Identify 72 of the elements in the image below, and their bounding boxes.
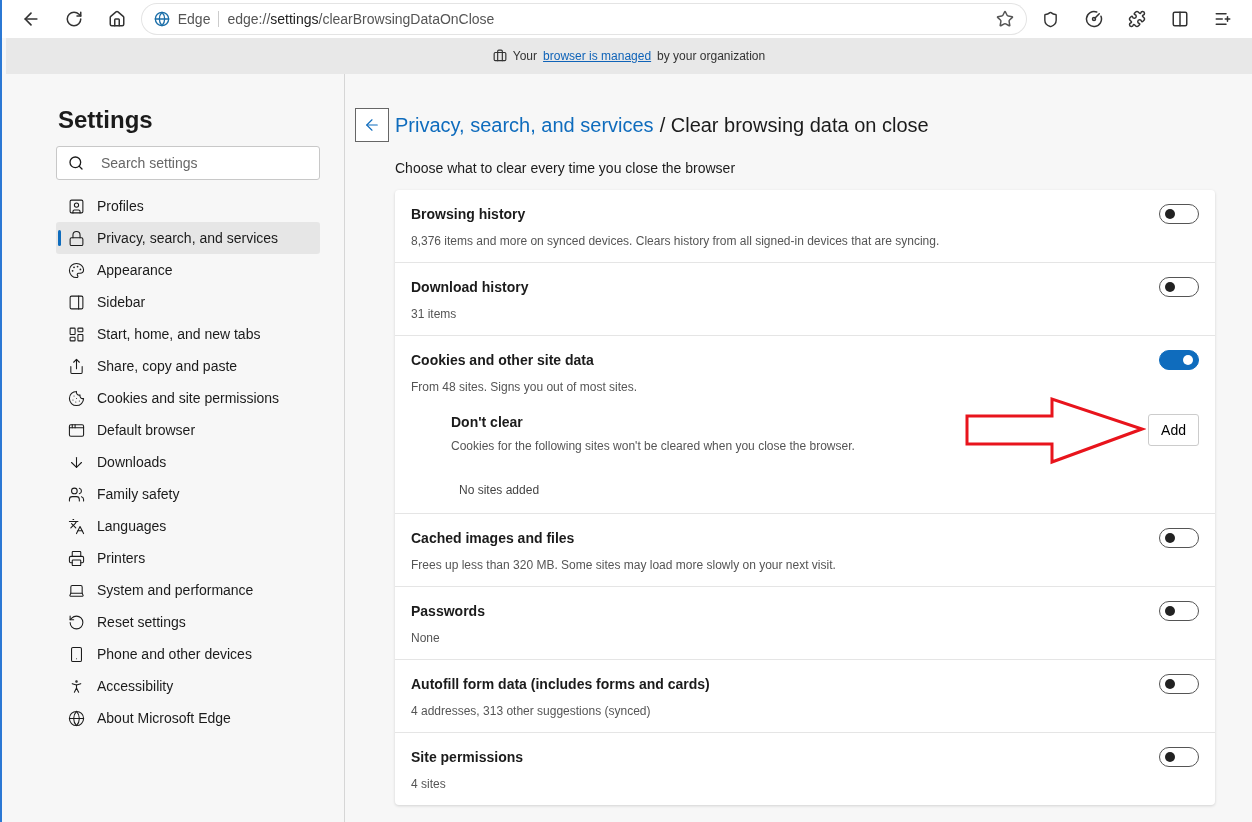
subsection-title: Don't clear xyxy=(451,414,524,430)
banner-text: by your organization xyxy=(657,49,766,63)
search-icon xyxy=(68,155,84,171)
toggle-switch[interactable] xyxy=(1159,277,1199,297)
breadcrumb-link[interactable]: Privacy, search, and services xyxy=(395,113,654,137)
setting-title: Autofill form data (includes forms and cards) xyxy=(411,676,710,692)
setting-description: Frees up less than 320 MB. Some sites may load more slowly on your next visit. xyxy=(411,558,837,572)
setting-description: 31 items xyxy=(411,307,458,321)
sidebar-item[interactable]: Reset settings xyxy=(56,606,320,638)
sidebar-item[interactable]: Printers xyxy=(56,542,320,574)
globe-icon xyxy=(68,709,85,727)
sidebar-item[interactable]: System and performance xyxy=(56,574,320,606)
toggle-switch[interactable] xyxy=(1159,674,1199,694)
page-title: / Clear browsing data on close xyxy=(659,113,929,137)
toggle-switch[interactable] xyxy=(1159,204,1199,224)
toggle-switch[interactable] xyxy=(1159,350,1199,370)
share-icon xyxy=(68,357,85,375)
url-text: edge://settings/clearBrowsingDataOnClose xyxy=(227,11,495,27)
setting-title: Cookies and other site data xyxy=(411,352,594,368)
sidebar-item[interactable]: Appearance xyxy=(56,254,320,286)
sidebar-icon xyxy=(68,293,85,311)
sidebar-title: Settings xyxy=(58,106,154,134)
toggle-switch[interactable] xyxy=(1159,601,1199,621)
sidebar-item[interactable]: Privacy, search, and services xyxy=(56,222,320,254)
setting-title: Passwords xyxy=(411,603,485,619)
setting-description: From 48 sites. Signs you out of most sites. xyxy=(411,380,639,394)
browser-window-icon xyxy=(68,421,85,439)
setting-description: 4 sites xyxy=(411,777,447,791)
phone-icon xyxy=(68,645,85,663)
empty-list-text: No sites added xyxy=(459,483,541,497)
setting-description: 4 addresses, 313 other suggestions (synced) xyxy=(411,704,652,718)
banner-text: Your xyxy=(512,49,538,63)
setting-title: Download history xyxy=(411,279,529,295)
sidebar-item[interactable]: Share, copy and paste xyxy=(56,350,320,382)
briefcase-icon xyxy=(492,49,507,63)
managed-link[interactable]: browser is managed xyxy=(543,49,652,63)
setting-description: 8,376 items and more on synced devices. Clears history from all signed-in devices that are syncing. xyxy=(411,234,941,248)
add-button[interactable]: Add xyxy=(1148,414,1199,446)
cookie-icon xyxy=(68,389,85,407)
search-field[interactable]: Search settings xyxy=(56,146,320,180)
toggle-switch[interactable] xyxy=(1159,747,1199,767)
sidebar-item[interactable]: Profiles xyxy=(56,190,320,222)
sidebar-item[interactable]: Start, home, and new tabs xyxy=(56,318,320,350)
sidebar-item[interactable]: Accessibility xyxy=(56,670,320,702)
people-icon xyxy=(68,485,85,503)
printer-icon xyxy=(68,549,85,567)
sidebar-item[interactable]: Sidebar xyxy=(56,286,320,318)
sidebar-item[interactable]: Family safety xyxy=(56,478,320,510)
reset-icon xyxy=(68,613,85,631)
intro-text: Choose what to clear every time you close the browser xyxy=(395,160,737,176)
sidebar-item[interactable]: Downloads xyxy=(56,446,320,478)
browser-label: Edge xyxy=(177,11,211,27)
sidebar-item[interactable]: About Microsoft Edge xyxy=(56,702,320,734)
profile-icon xyxy=(68,197,85,215)
setting-title: Cached images and files xyxy=(411,530,575,546)
sidebar-item[interactable]: Default browser xyxy=(56,414,320,446)
setting-title: Site permissions xyxy=(411,749,524,765)
setting-description: None xyxy=(411,631,441,645)
sidebar-item[interactable]: Phone and other devices xyxy=(56,638,320,670)
toggle-switch[interactable] xyxy=(1159,528,1199,548)
subsection-description: Cookies for the following sites won't be cleared when you close the browser. xyxy=(451,439,855,453)
sidebar-item[interactable]: Cookies and site permissions xyxy=(56,382,320,414)
dashboard-icon xyxy=(68,325,85,343)
back-button[interactable] xyxy=(355,108,389,142)
lock-icon xyxy=(68,229,85,247)
sidebar-item[interactable]: Languages xyxy=(56,510,320,542)
address-bar[interactable]: Edge edge://settings/clearBrowsingDataOnClose xyxy=(141,4,1026,34)
palette-icon xyxy=(68,261,85,279)
languages-icon xyxy=(68,517,85,535)
setting-title: Browsing history xyxy=(411,206,526,222)
favorite-star-icon[interactable] xyxy=(995,10,1014,28)
browser-logo-icon xyxy=(153,11,170,27)
